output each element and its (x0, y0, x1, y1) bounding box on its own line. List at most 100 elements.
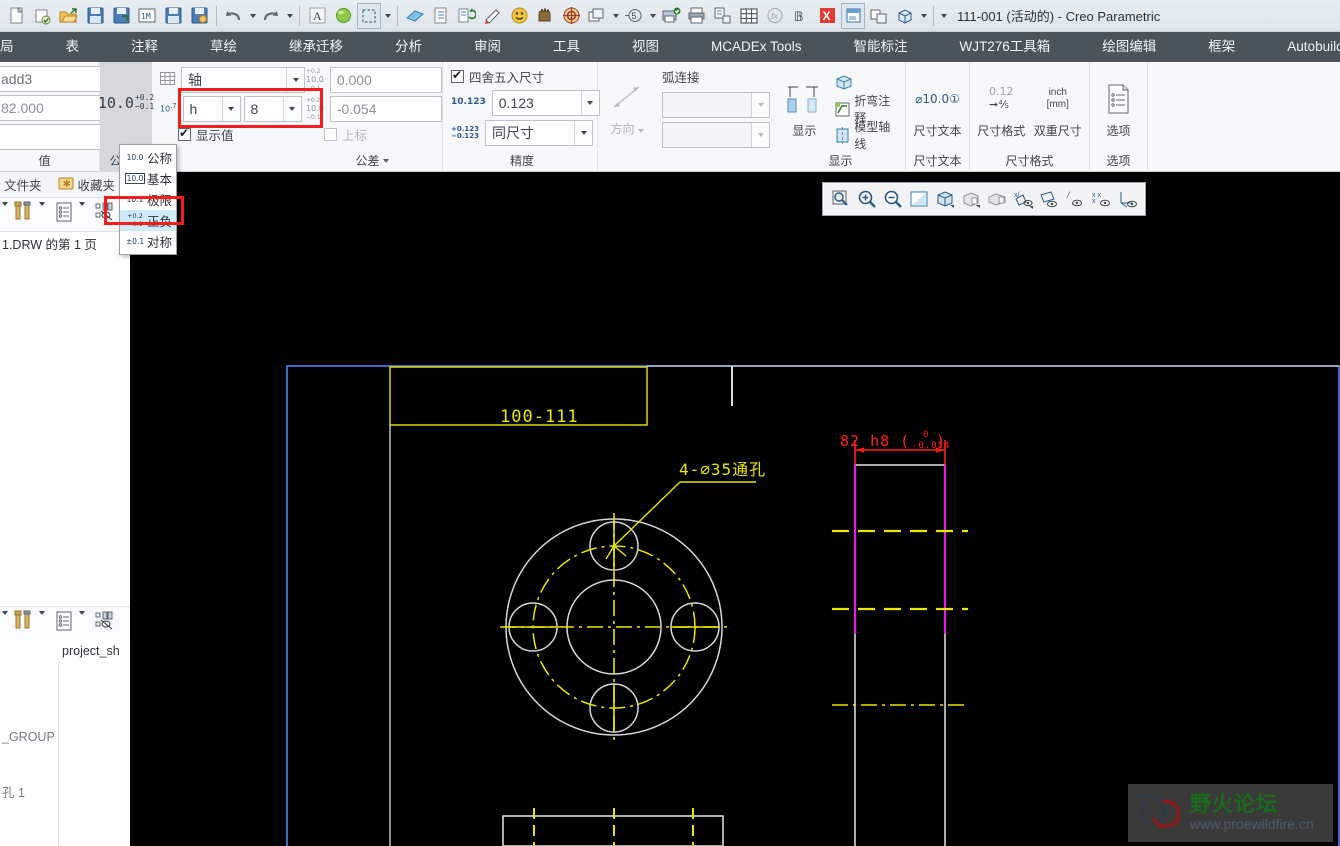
layers-dropdown-caret-icon[interactable] (610, 3, 621, 29)
eraser-icon[interactable] (403, 3, 427, 29)
display-style-icon[interactable] (984, 186, 1010, 212)
tools-dropdown-caret-icon[interactable] (39, 610, 45, 633)
tolerance-precision-combo[interactable]: 同尺寸 (485, 120, 594, 146)
lower-tolerance-field[interactable]: -0.054 (329, 96, 442, 122)
tools-icon[interactable] (12, 609, 34, 638)
refresh-model-icon[interactable] (455, 3, 479, 29)
ribbon-tab-3[interactable]: 草绘 (184, 32, 263, 62)
save-all-icon[interactable] (109, 3, 133, 29)
ribbon-group-tolerance-values-label[interactable]: 公差 (306, 152, 438, 172)
datum-axes-off-icon[interactable] (1036, 186, 1062, 212)
arc-connection-combo-2[interactable] (662, 122, 770, 148)
window-icon[interactable] (841, 2, 865, 29)
tolerance-menu-item-limits[interactable]: 10.1 极限 (120, 189, 176, 210)
tree-filter-icon[interactable] (94, 201, 116, 228)
save-lock-icon[interactable] (187, 3, 211, 29)
zoom-area-icon[interactable] (828, 186, 854, 212)
tolerance-grade-number-combo[interactable]: 8 (243, 96, 302, 122)
ribbon-tab-9[interactable]: MCADEx Tools (685, 32, 828, 62)
tools-icon[interactable] (12, 200, 34, 229)
save-sheet-icon[interactable] (161, 3, 185, 29)
new-file-icon[interactable] (5, 3, 29, 29)
list-dropdown-caret-icon[interactable] (79, 610, 85, 633)
analysis-icon[interactable]: fx (763, 3, 787, 29)
customize-qat-caret-icon[interactable] (938, 3, 949, 29)
print-preview-icon[interactable]: 1M (135, 3, 159, 29)
open-folder-icon[interactable] (57, 3, 81, 29)
view-orientation-icon[interactable] (932, 186, 958, 212)
chevron-down-icon[interactable] (580, 91, 599, 115)
ribbon-tab-4[interactable]: 继承迁移 (263, 32, 369, 62)
cube-icon[interactable] (893, 3, 917, 29)
refit-icon[interactable] (906, 186, 932, 212)
text-style-icon[interactable]: A (305, 3, 329, 29)
tree-node-hole[interactable]: 孔 1 (0, 782, 25, 801)
ribbon-tab-6[interactable]: 审阅 (448, 32, 527, 62)
chevron-down-icon[interactable] (751, 123, 769, 147)
options-button[interactable]: 选项 (1094, 67, 1143, 147)
tolerance-format-button[interactable]: 10.0 +0.2 −0.1 (98, 67, 154, 139)
excel-icon[interactable]: X (815, 3, 839, 29)
upper-tolerance-field[interactable]: 0.000 (329, 67, 442, 93)
tolerance-menu-item-basic[interactable]: 10.0 基本 (120, 168, 176, 189)
drawing-canvas[interactable]: 100-111 4-⌀35通孔 82 h8 (0 -0.054) (130, 172, 1340, 846)
tools-dropdown-caret-icon[interactable] (39, 201, 45, 224)
superscript-checkbox[interactable]: 上标 (324, 125, 367, 144)
ribbon-tab-5[interactable]: 分析 (369, 32, 448, 62)
list-settings-icon[interactable] (54, 610, 74, 637)
favorites-tab[interactable]: ✱ 收藏夹 (58, 175, 115, 194)
ribbon-tab-11[interactable]: WJT276工具箱 (934, 32, 1077, 62)
selection-box-icon[interactable] (357, 2, 381, 29)
relations-icon[interactable] (711, 3, 735, 29)
save-as-copy-icon[interactable] (31, 3, 55, 29)
copy-geom-icon[interactable] (867, 3, 891, 29)
tolerance-menu-item-plusminus[interactable]: +0.2 −0.1 正负 (120, 210, 176, 231)
dimension-format-button[interactable]: 0.12 ➞⅘ 尺寸格式 (974, 67, 1029, 147)
annotate-icon[interactable] (481, 3, 505, 29)
undo-icon[interactable] (222, 3, 246, 29)
ribbon-tab-2[interactable]: 注释 (105, 32, 184, 62)
ribbon-tab-12[interactable]: 绘图编辑 (1076, 32, 1182, 62)
ribbon-tab-14[interactable]: AutobuildZ (1261, 32, 1340, 62)
tolerance-type-combo[interactable]: 轴 (181, 67, 305, 93)
five-dropdown-caret-icon[interactable] (647, 3, 658, 29)
datum-points-off-icon[interactable]: / (1062, 186, 1088, 212)
tolerance-grade-letter-combo[interactable]: h (182, 96, 241, 122)
publish-icon[interactable] (659, 3, 683, 29)
show-dimensions-button[interactable]: 显示 (780, 67, 829, 147)
model-axis-button[interactable]: 模型轴线 (833, 120, 901, 151)
chevron-down-icon[interactable] (751, 93, 769, 117)
ribbon-tab-13[interactable]: 框架 (1182, 32, 1261, 62)
ribbon-tab-1[interactable]: 表 (40, 32, 106, 62)
zoom-out-icon[interactable] (880, 186, 906, 212)
tolerance-format-menu[interactable]: 10.0 公称 10.0 基本 10.1 极限 +0.2 −0.1 正负 ±0.1… (119, 144, 177, 255)
datum-coord-points-off-icon[interactable]: x xx (1088, 186, 1114, 212)
dimension-name-field[interactable]: add3 (0, 66, 104, 92)
ribbon-tab-10[interactable]: 智能标注 (828, 32, 934, 62)
zoom-in-icon[interactable] (854, 186, 880, 212)
datum-planes-off-icon[interactable]: x/ (1010, 186, 1036, 212)
symbol-icon[interactable]: 𝔹 (789, 3, 813, 29)
round-dimension-checkbox[interactable]: 四舍五入尺寸 (451, 67, 544, 86)
value-precision-combo[interactable]: 0.123 (491, 90, 600, 116)
list-dropdown-caret-icon[interactable] (79, 201, 85, 224)
chevron-down-icon[interactable] (221, 97, 240, 121)
glove-icon[interactable] (533, 3, 557, 29)
cube-dropdown-caret-icon[interactable] (918, 3, 929, 29)
chevron-down-icon[interactable] (282, 97, 301, 121)
csys-off-icon[interactable] (1114, 186, 1140, 212)
layers-icon[interactable] (585, 3, 609, 29)
tree-node-group[interactable]: _GROUP (0, 730, 55, 744)
emoji-icon[interactable] (507, 3, 531, 29)
selection-dropdown-caret-icon[interactable] (382, 3, 393, 29)
dimension-extra-field[interactable] (0, 124, 104, 150)
navigator-tree-pane[interactable] (0, 254, 130, 846)
list-settings-icon[interactable] (54, 201, 74, 228)
ribbon-tab-7[interactable]: 工具 (527, 32, 606, 62)
print-icon[interactable] (685, 3, 709, 29)
chevron-down-icon[interactable] (574, 121, 593, 145)
table-icon[interactable] (737, 3, 761, 29)
tolerance-menu-item-nominal[interactable]: 10.0 公称 (120, 147, 176, 168)
show-value-checkbox[interactable]: 显示值 (178, 125, 234, 144)
tree-filter-icon[interactable] (94, 610, 116, 637)
